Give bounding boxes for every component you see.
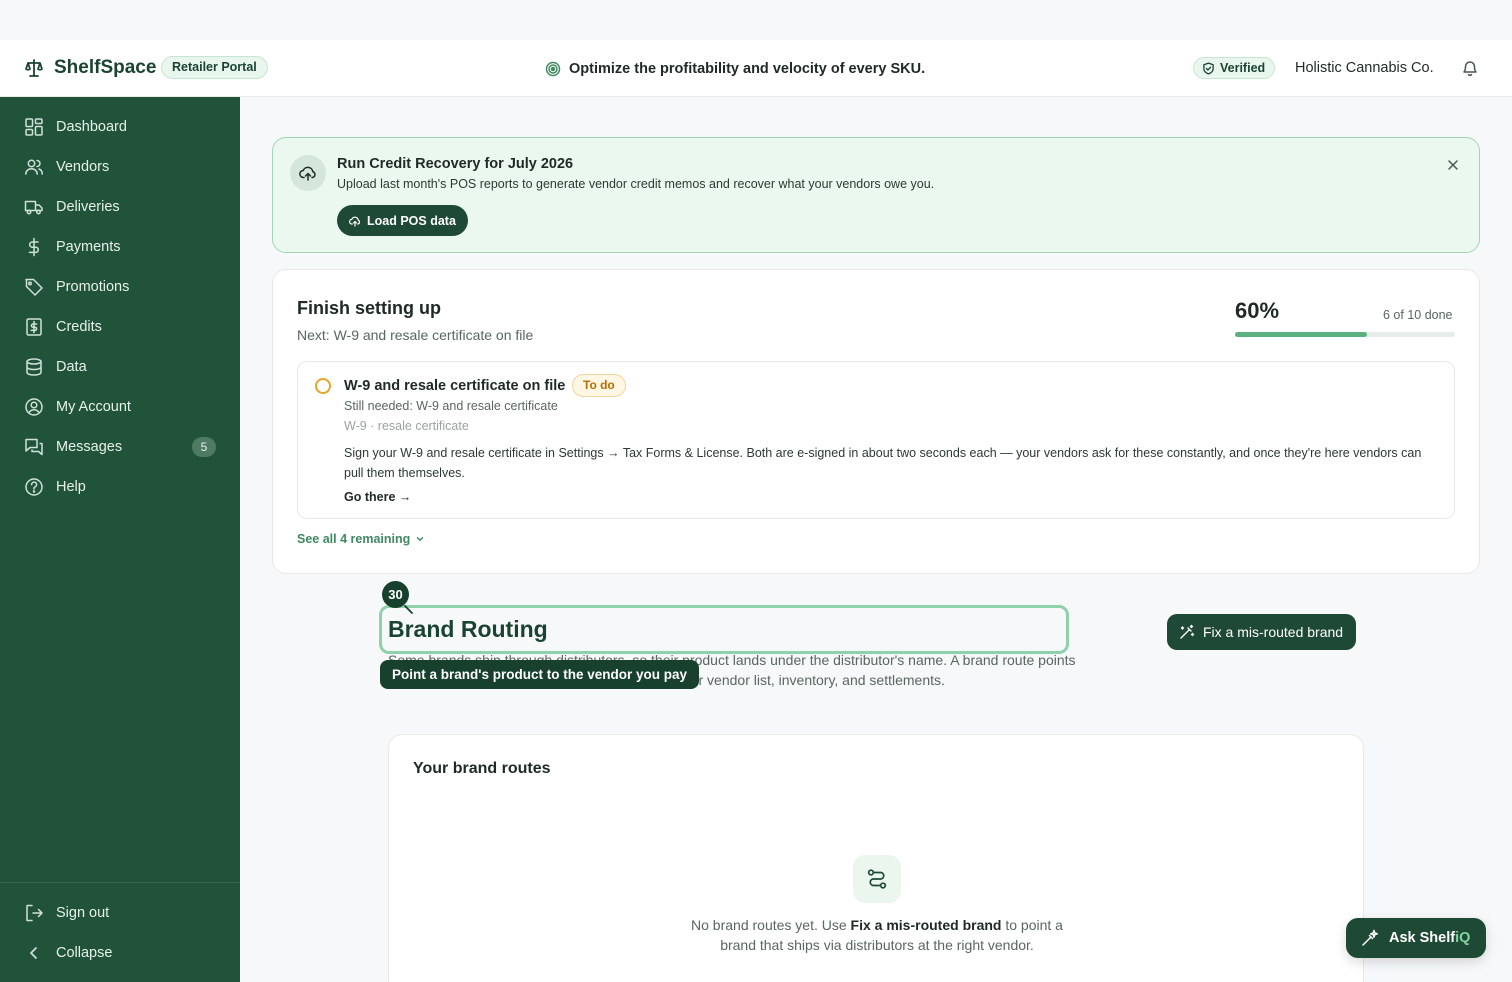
sidebar-item-label: Data xyxy=(56,359,87,375)
truck-icon xyxy=(24,200,43,215)
credit-recovery-banner: Run Credit Recovery for July 2026 Upload… xyxy=(272,137,1480,253)
sidebar-item-credits[interactable]: Credits xyxy=(0,307,240,347)
receipt-icon xyxy=(26,318,42,336)
ask-accent: iQ xyxy=(1455,930,1471,946)
top-strip xyxy=(0,0,1512,40)
collapse-label: Collapse xyxy=(56,945,113,961)
upload-cloud-icon xyxy=(349,216,361,227)
sidebar-item-label: Help xyxy=(56,479,86,495)
help-icon xyxy=(25,478,43,496)
dashboard-icon xyxy=(25,118,43,136)
brand-routes-card: Your brand routes No brand routes yet. U… xyxy=(388,734,1364,982)
go-there-link[interactable]: Go there → xyxy=(344,490,411,504)
walkthrough-tooltip: Point a brand's product to the vendor yo… xyxy=(380,660,699,689)
sidebar-item-label: Deliveries xyxy=(56,199,120,215)
sidebar-item-label: Promotions xyxy=(56,279,130,295)
setup-task-item: W-9 and resale certificate on file To do… xyxy=(297,361,1455,519)
sidebar-item-dashboard[interactable]: Dashboard xyxy=(0,107,240,147)
sidebar-item-payments[interactable]: Payments xyxy=(0,227,240,267)
sidebar-item-deliveries[interactable]: Deliveries xyxy=(0,187,240,227)
sidebar-item-label: Messages xyxy=(56,439,123,455)
magic-wand-icon xyxy=(1180,624,1195,639)
route-icon xyxy=(853,855,901,903)
fix-mis-routed-brand-label: Fix a mis-routed brand xyxy=(1203,624,1344,640)
see-all-label: See all 4 remaining xyxy=(297,532,411,546)
tag-icon xyxy=(25,278,43,296)
verified-badge: Verified xyxy=(1193,57,1276,79)
tagline: Optimize the profitability and velocity … xyxy=(545,59,925,79)
upload-cloud-icon xyxy=(290,155,326,191)
tagline-text: Optimize the profitability and velocity … xyxy=(569,61,926,77)
database-icon xyxy=(26,358,42,376)
sidebar-item-promotions[interactable]: Promotions xyxy=(0,267,240,307)
users-icon xyxy=(25,159,43,175)
setup-done-count: 6 of 10 done xyxy=(1383,308,1453,322)
setup-title: Finish setting up xyxy=(297,298,441,318)
sidebar-item-label: Credits xyxy=(56,319,102,335)
scale-logo-icon xyxy=(25,59,43,77)
sparkle-wand-icon xyxy=(1362,929,1379,946)
fix-mis-routed-brand-button[interactable]: Fix a mis-routed brand xyxy=(1167,614,1357,650)
task-title: W-9 and resale certificate on file xyxy=(344,378,566,394)
setup-next-step: Next: W-9 and resale certificate on file xyxy=(297,327,534,343)
ask-label: Ask Shelf xyxy=(1389,930,1456,946)
empty-state-text: No brand routes yet. Use Fix a mis-route… xyxy=(677,915,1077,955)
sidebar: Dashboard Vendors Deliveries Payments Pr… xyxy=(0,97,240,982)
sidebar-item-data[interactable]: Data xyxy=(0,347,240,387)
brand-routes-title: Your brand routes xyxy=(413,760,551,777)
dollar-icon xyxy=(28,237,39,257)
app-header: ShelfSpace Retailer Portal Optimize the … xyxy=(0,40,1512,97)
task-description: Sign your W-9 and resale certificate in … xyxy=(344,446,1422,480)
user-circle-icon xyxy=(25,398,43,416)
load-pos-data-label: Load POS data xyxy=(367,213,456,228)
company-name: Holistic Cannabis Co. xyxy=(1295,60,1434,76)
sidebar-item-my-account[interactable]: My Account xyxy=(0,387,240,427)
setup-checklist-card: Finish setting up Next: W-9 and resale c… xyxy=(272,269,1480,574)
portal-badge: Retailer Portal xyxy=(161,56,268,79)
task-status-circle[interactable] xyxy=(315,378,331,394)
collapse-button[interactable]: Collapse xyxy=(0,933,240,973)
sidebar-divider xyxy=(0,882,240,883)
sidebar-item-label: My Account xyxy=(56,399,131,415)
app-name: ShelfSpace xyxy=(54,57,157,78)
sidebar-item-messages[interactable]: Messages 5 xyxy=(0,427,240,467)
bell-icon[interactable] xyxy=(1461,59,1479,77)
empty-state-bold: Fix a mis-routed brand xyxy=(850,917,1002,933)
sidebar-item-help[interactable]: Help xyxy=(0,467,240,507)
task-tags: W-9 · resale certificate xyxy=(344,419,469,433)
sidebar-item-label: Vendors xyxy=(56,159,110,175)
setup-progress-bar xyxy=(1235,332,1455,337)
target-icon xyxy=(545,61,561,77)
pointer-icon xyxy=(404,605,413,614)
setup-percent: 60% xyxy=(1235,298,1280,323)
sign-out-button[interactable]: Sign out xyxy=(0,893,240,933)
ask-shelfiq-button[interactable]: Ask Shelf iQ xyxy=(1346,918,1487,958)
verified-label: Verified xyxy=(1220,61,1266,75)
chevron-left-icon xyxy=(30,947,37,959)
load-pos-data-button[interactable]: Load POS data xyxy=(337,205,468,236)
shield-check-icon xyxy=(1203,61,1214,75)
walkthrough-highlight xyxy=(379,605,1069,654)
empty-state-prefix: No brand routes yet. Use xyxy=(691,917,851,933)
banner-title: Run Credit Recovery for July 2026 xyxy=(337,156,574,172)
messages-icon xyxy=(25,438,43,456)
sign-out-icon xyxy=(26,904,43,922)
chevron-down-icon xyxy=(417,537,424,541)
setup-progress-fill xyxy=(1235,332,1367,337)
banner-description: Upload last month's POS reports to gener… xyxy=(337,177,935,191)
sign-out-label: Sign out xyxy=(56,905,110,921)
task-still-needed: Still needed: W-9 and resale certificate xyxy=(344,399,558,413)
see-all-remaining-link[interactable]: See all 4 remaining xyxy=(297,532,425,546)
sidebar-item-label: Dashboard xyxy=(56,119,127,135)
todo-badge: To do xyxy=(572,374,626,397)
sidebar-item-label: Payments xyxy=(56,239,121,255)
close-icon[interactable] xyxy=(1446,158,1460,172)
messages-count-badge: 5 xyxy=(192,437,216,457)
sidebar-item-vendors[interactable]: Vendors xyxy=(0,147,240,187)
